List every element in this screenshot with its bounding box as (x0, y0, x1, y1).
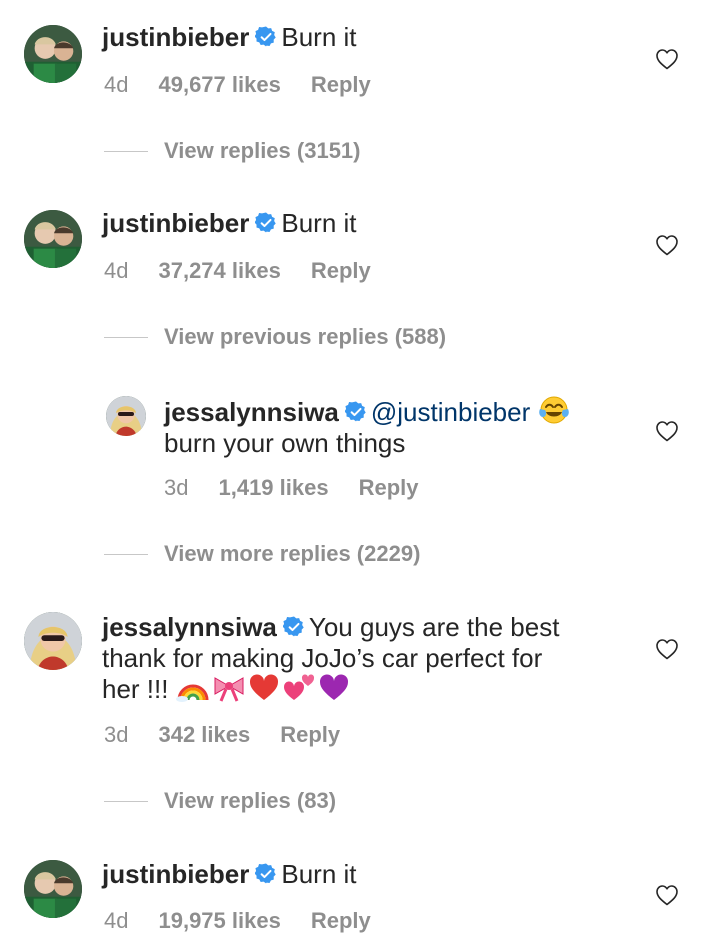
two-hearts-emoji-icon (282, 674, 316, 702)
avatar[interactable] (106, 396, 146, 436)
avatar-image (24, 612, 82, 670)
reply-button[interactable]: Reply (359, 475, 419, 500)
comment-text-line-1: You guys are the best (308, 612, 560, 642)
comment-text: burn your own things (164, 428, 406, 458)
comment-body: jessalynnsiwa @justinbieber burn your own… (164, 395, 572, 459)
heart-icon[interactable] (655, 884, 679, 906)
comment-meta: 3d 342 likes Reply (104, 722, 340, 748)
comment-text: Burn it (281, 208, 357, 238)
avatar-image (106, 396, 146, 436)
comment-text: Burn it (281, 22, 357, 52)
view-replies-label: View replies (83) (164, 788, 337, 813)
comment-age: 3d (104, 722, 129, 747)
avatar-image (24, 210, 82, 268)
username[interactable]: justinbieber (102, 859, 249, 889)
heart-icon[interactable] (655, 420, 679, 442)
reply-button[interactable]: Reply (311, 72, 371, 97)
avatar-image (24, 860, 82, 918)
comment-text-line-3: her !!! (102, 674, 169, 704)
comment-text: Burn it (281, 859, 357, 889)
username[interactable]: justinbieber (102, 208, 249, 238)
comment-meta: 4d 37,274 likes Reply (104, 258, 371, 284)
view-previous-replies-button[interactable]: View previous replies (588) (104, 324, 446, 354)
username[interactable]: jessalynnsiwa (102, 612, 277, 642)
reply-button[interactable]: Reply (311, 908, 371, 933)
avatar[interactable] (24, 860, 82, 918)
view-replies-label: View more replies (2229) (164, 541, 421, 566)
verified-badge-icon (345, 401, 367, 423)
comment-age: 4d (104, 908, 129, 933)
divider-line (104, 336, 148, 338)
likes-count[interactable]: 49,677 likes (158, 72, 280, 97)
divider-line (104, 800, 148, 802)
comment-body: justinbieber Burn it (102, 208, 357, 239)
likes-count[interactable]: 1,419 likes (218, 475, 328, 500)
reply-button[interactable]: Reply (280, 722, 340, 747)
heart-icon[interactable] (655, 234, 679, 256)
username[interactable]: justinbieber (102, 22, 249, 52)
view-replies-button[interactable]: View replies (3151) (104, 138, 361, 168)
verified-badge-icon (283, 616, 305, 638)
comment-age: 3d (164, 475, 189, 500)
view-replies-label: View replies (3151) (164, 138, 361, 163)
divider-line (104, 150, 148, 152)
heart-icon[interactable] (655, 638, 679, 660)
avatar-image (24, 25, 82, 83)
comment-meta: 4d 19,975 likes Reply (104, 908, 371, 934)
likes-count[interactable]: 19,975 likes (158, 908, 280, 933)
comment-meta: 3d 1,419 likes Reply (164, 475, 419, 501)
avatar[interactable] (24, 612, 82, 670)
avatar[interactable] (24, 210, 82, 268)
username[interactable]: jessalynnsiwa (164, 397, 339, 427)
reply-button[interactable]: Reply (311, 258, 371, 283)
mention-link[interactable]: @justinbieber (371, 397, 530, 427)
ribbon-emoji-icon (212, 674, 246, 702)
view-more-replies-button[interactable]: View more replies (2229) (104, 541, 420, 571)
verified-badge-icon (255, 26, 277, 48)
view-replies-label: View previous replies (588) (164, 324, 447, 349)
purple-heart-emoji-icon (318, 674, 350, 702)
comment-body: justinbieber Burn it (102, 859, 357, 890)
rainbow-emoji-icon (175, 674, 210, 702)
comment-body: jessalynnsiwa You guys are the best thank… (102, 612, 559, 705)
red-heart-emoji-icon (248, 674, 280, 702)
comment-text-line-2: thank for making JoJo’s car perfect for (102, 643, 543, 673)
likes-count[interactable]: 342 likes (158, 722, 250, 747)
view-replies-button[interactable]: View replies (83) (104, 788, 336, 818)
avatar[interactable] (24, 25, 82, 83)
verified-badge-icon (255, 863, 277, 885)
heart-icon[interactable] (655, 48, 679, 70)
comment-meta: 4d 49,677 likes Reply (104, 72, 371, 98)
comment-body: justinbieber Burn it (102, 22, 357, 53)
verified-badge-icon (255, 212, 277, 234)
comment-age: 4d (104, 258, 129, 283)
tears-of-joy-emoji-icon (538, 395, 570, 425)
divider-line (104, 553, 148, 555)
likes-count[interactable]: 37,274 likes (158, 258, 280, 283)
comment-age: 4d (104, 72, 129, 97)
